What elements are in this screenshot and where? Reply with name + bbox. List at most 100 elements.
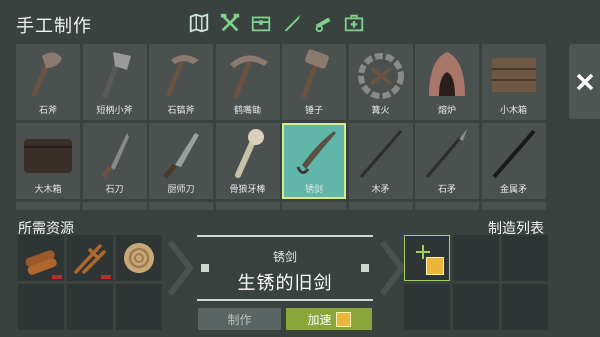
recipe-item-stone-knife[interactable]: 石刀 xyxy=(82,123,147,199)
coin-icon xyxy=(426,257,444,275)
quantity-marker xyxy=(52,275,62,279)
arrow-decoration xyxy=(378,240,406,300)
recipe-item-campfire[interactable]: 篝火 xyxy=(348,44,413,120)
category-tabs xyxy=(186,10,367,36)
recipe-label: 石刀 xyxy=(105,185,124,195)
recipe-label: 石斧 xyxy=(38,106,57,116)
divider xyxy=(197,299,373,301)
map-icon xyxy=(189,13,209,33)
pickaxe-icon xyxy=(229,55,268,99)
campfire-icon xyxy=(357,53,404,99)
recipe-item-small-crate[interactable]: 小木箱 xyxy=(481,44,546,120)
requirement-slot[interactable] xyxy=(18,284,64,330)
recipe-item-wooden-spear[interactable]: 木矛 xyxy=(348,123,413,199)
bone-club-icon xyxy=(234,129,264,178)
tab-map[interactable] xyxy=(186,10,212,36)
tab-medical[interactable] xyxy=(341,10,367,36)
blade-icon xyxy=(284,14,301,32)
requirement-slot[interactable] xyxy=(18,235,64,281)
tab-defense[interactable] xyxy=(310,10,336,36)
stone-axe-icon xyxy=(31,52,62,97)
recipe-item-chef-knife[interactable]: 厨师刀 xyxy=(149,123,213,199)
craft-button[interactable]: 制作 xyxy=(198,308,281,330)
queue-slot[interactable] xyxy=(453,284,499,330)
large-chest-icon xyxy=(24,139,72,173)
speedup-button[interactable]: 加速 xyxy=(286,308,372,330)
page-title: 手工制作 xyxy=(16,16,92,37)
selected-item-description: 生锈的旧剑 xyxy=(237,273,333,294)
recipe-label: 锈剑 xyxy=(304,185,323,195)
crossed-tools-icon xyxy=(220,13,240,32)
stone-spear-icon xyxy=(425,129,467,178)
recipe-label: 厨师刀 xyxy=(167,185,195,195)
requirement-slot[interactable] xyxy=(116,284,162,330)
recipe-label: 熔炉 xyxy=(437,106,456,116)
queue-slot[interactable] xyxy=(502,235,548,281)
requirements-grid xyxy=(18,235,162,330)
recipe-item-rusty-sword[interactable]: 锈剑 xyxy=(282,123,346,199)
recipe-label: 木矛 xyxy=(371,185,390,195)
recipe-item-stone-pickaxe-axe[interactable]: 石镐斧 xyxy=(149,44,213,120)
recipe-label: 锤子 xyxy=(304,106,323,116)
furnace-icon xyxy=(429,52,465,96)
hatchet-icon xyxy=(102,52,131,99)
tab-storage[interactable] xyxy=(248,10,274,36)
recipe-label: 石镐斧 xyxy=(167,106,195,116)
medkit-icon xyxy=(344,14,364,32)
speedup-label: 加速 xyxy=(307,312,332,327)
recipe-item-large-chest[interactable]: 大木箱 xyxy=(16,123,80,199)
chest-icon xyxy=(251,16,271,32)
recipe-item[interactable] xyxy=(16,202,80,210)
recipe-grid: 石斧 短柄小斧 石镐斧 鹤嘴锄 锤子 篝火 熔炉 小木箱 大木箱 石刀 厨师刀 … xyxy=(16,44,566,210)
recipe-item[interactable] xyxy=(415,202,479,210)
recipe-label: 篝火 xyxy=(371,106,390,116)
chevron-right-icon xyxy=(379,240,406,296)
queue-slot[interactable] xyxy=(404,284,450,330)
close-button[interactable] xyxy=(569,44,600,119)
rope-icon xyxy=(124,243,154,273)
queue-slot-add[interactable] xyxy=(404,235,450,281)
tab-tools[interactable] xyxy=(217,10,243,36)
tab-weapons[interactable] xyxy=(279,10,305,36)
requirement-slot[interactable] xyxy=(67,284,113,330)
metal-spear-icon xyxy=(491,129,536,179)
recipe-label: 小木箱 xyxy=(499,106,527,116)
chef-knife-icon xyxy=(163,133,199,179)
recipe-item-pickaxe[interactable]: 鹤嘴锄 xyxy=(215,44,280,120)
stone-knife-icon xyxy=(100,133,129,179)
recipe-label: 短柄小斧 xyxy=(96,106,133,116)
selected-item-panel: 锈剑 生锈的旧剑 xyxy=(197,235,373,303)
recipe-label: 石矛 xyxy=(437,185,456,195)
recipe-item-hammer[interactable]: 锤子 xyxy=(282,44,346,120)
recipe-label: 金属矛 xyxy=(499,185,527,195)
branches-icon xyxy=(74,244,106,274)
recipe-item-metal-spear[interactable]: 金属矛 xyxy=(481,123,546,199)
requirement-slot[interactable] xyxy=(116,235,162,281)
recipe-label: 大木箱 xyxy=(34,185,62,195)
hammer-icon xyxy=(301,49,329,99)
recipe-item[interactable] xyxy=(282,202,346,210)
close-icon xyxy=(576,73,593,90)
cannon-icon xyxy=(315,17,331,33)
wooden-spear-icon xyxy=(359,130,402,178)
recipe-item-bone-club[interactable]: 骨狼牙棒 xyxy=(215,123,280,199)
recipe-item[interactable] xyxy=(82,202,147,210)
recipe-item-stone-axe[interactable]: 石斧 xyxy=(16,44,80,120)
logs-icon xyxy=(25,250,57,275)
small-crate-icon xyxy=(491,58,536,92)
chevron-right-icon xyxy=(167,240,194,296)
arrow-decoration xyxy=(166,240,194,300)
recipe-item[interactable] xyxy=(348,202,413,210)
queue-slot[interactable] xyxy=(453,235,499,281)
recipe-item[interactable] xyxy=(149,202,213,210)
recipe-item-stone-spear[interactable]: 石矛 xyxy=(415,123,479,199)
queue-slot[interactable] xyxy=(502,284,548,330)
selected-item-name: 锈剑 xyxy=(272,250,297,264)
recipe-item-hatchet[interactable]: 短柄小斧 xyxy=(82,44,147,120)
requirement-slot[interactable] xyxy=(67,235,113,281)
recipe-label: 鹤嘴锄 xyxy=(233,106,261,116)
craft-queue-grid xyxy=(404,235,548,330)
recipe-item[interactable] xyxy=(215,202,280,210)
recipe-item-furnace[interactable]: 熔炉 xyxy=(415,44,479,120)
recipe-item[interactable] xyxy=(481,202,546,210)
